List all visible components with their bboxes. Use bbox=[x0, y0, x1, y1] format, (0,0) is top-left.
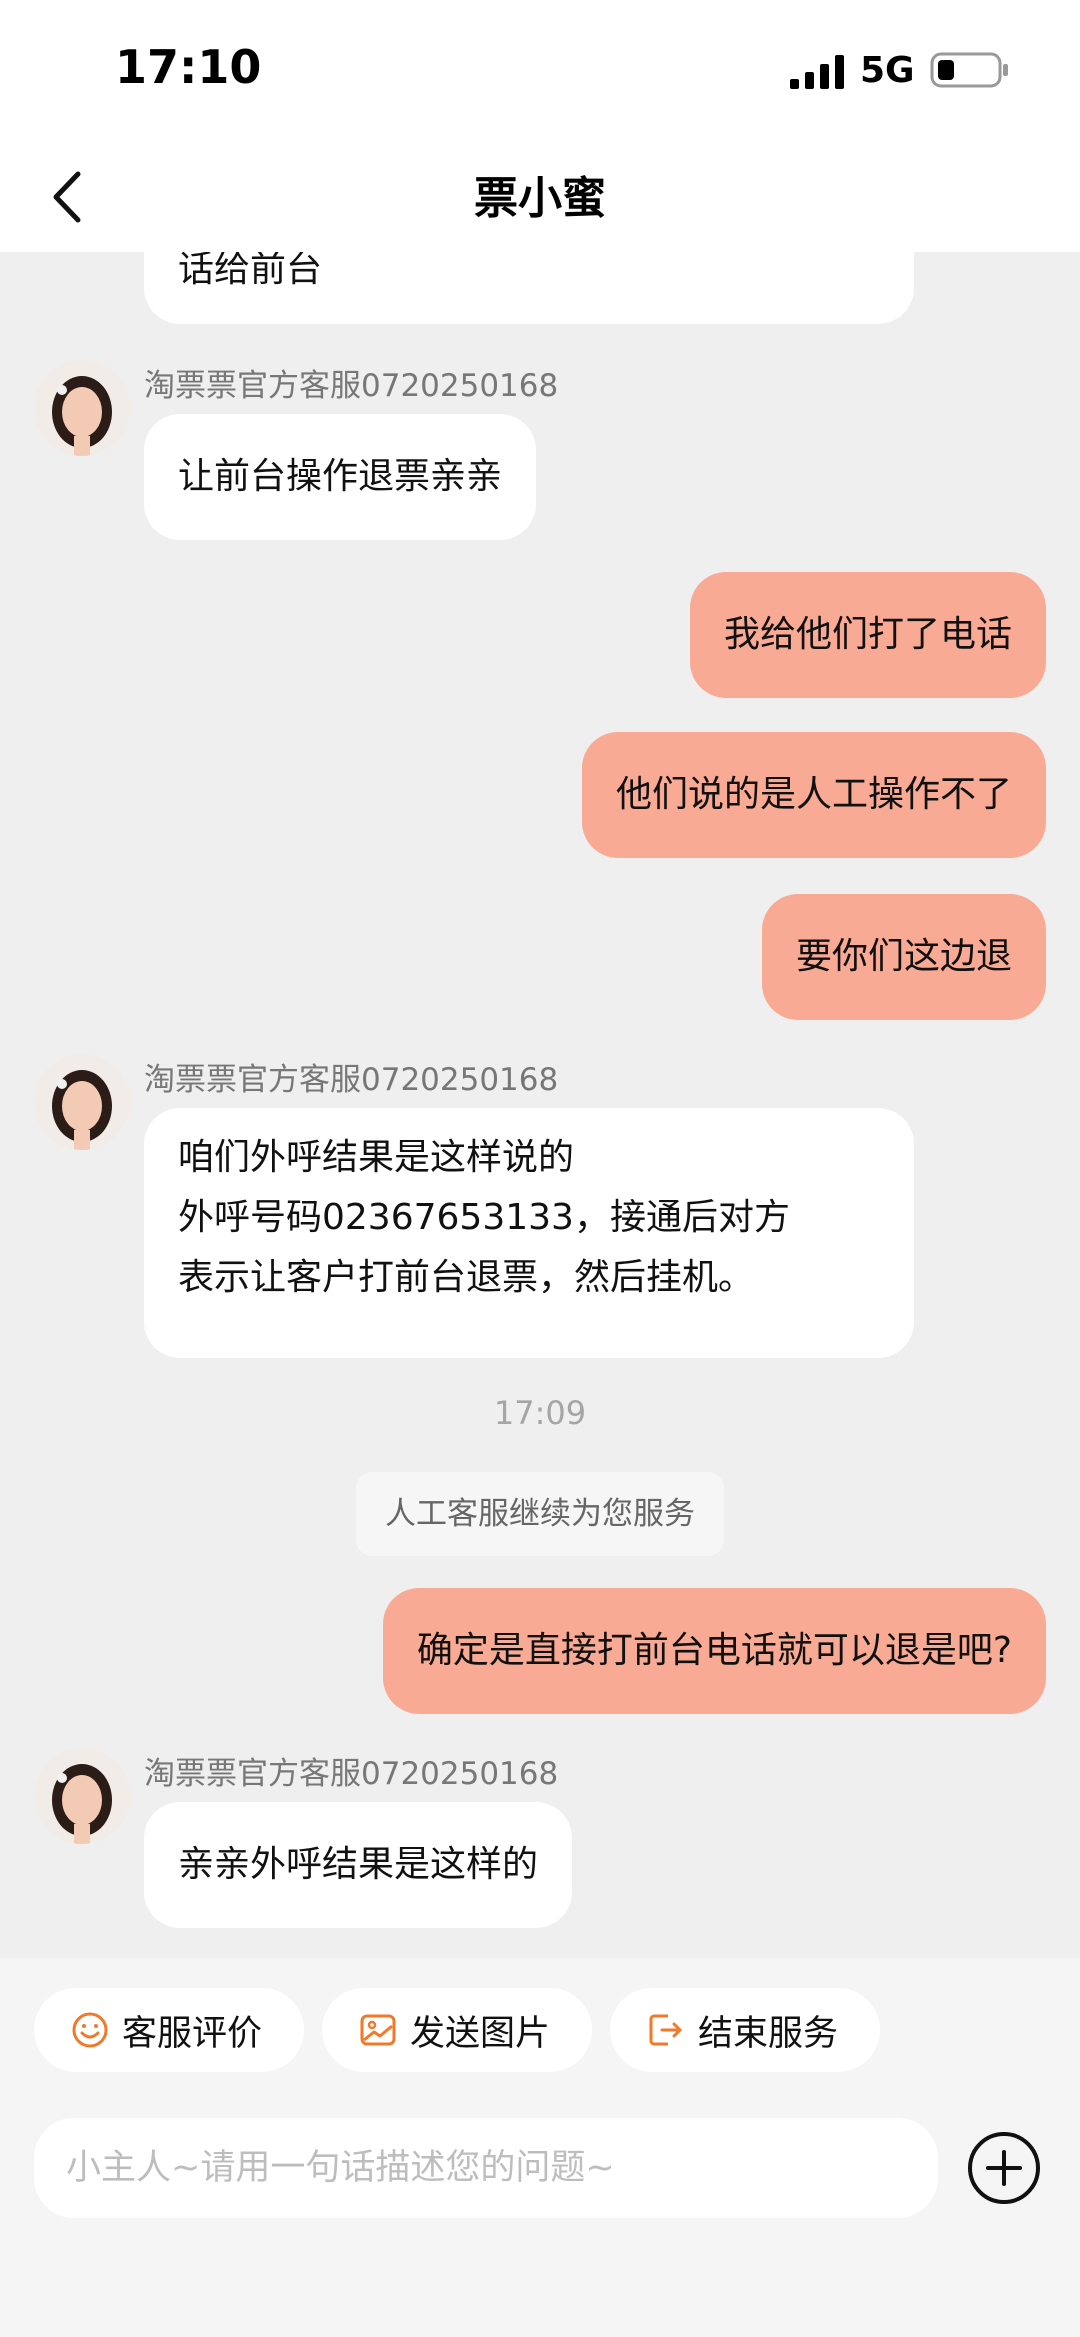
agent-avatar-icon bbox=[34, 1748, 130, 1844]
message-text: 确定是直接打前台电话就可以退是吧? bbox=[416, 1630, 1012, 1671]
message-bubble-outgoing[interactable]: 我给他们打了电话 bbox=[689, 572, 1046, 698]
end-service-label: 结束服务 bbox=[698, 2013, 839, 2054]
message-text: 要你们这边退 bbox=[795, 936, 1012, 977]
agent-avatar-icon bbox=[34, 1054, 130, 1150]
avatar[interactable] bbox=[34, 360, 130, 456]
battery-icon bbox=[930, 52, 1008, 88]
message-bubble-outgoing[interactable]: 要你们这边退 bbox=[761, 894, 1046, 1020]
image-icon bbox=[360, 2014, 396, 2046]
smile-icon bbox=[72, 2012, 108, 2048]
plus-icon[interactable] bbox=[966, 2130, 1042, 2206]
sender-name: 淘票票官方客服0720250168 bbox=[144, 1062, 559, 1098]
message-input[interactable] bbox=[34, 2118, 938, 2218]
message-text: 话给前台 bbox=[178, 252, 323, 290]
message-bubble-outgoing[interactable]: 确定是直接打前台电话就可以退是吧? bbox=[382, 1588, 1046, 1714]
page-title: 票小蜜 bbox=[474, 173, 606, 224]
chat-list[interactable]: 话给前台 淘票票官方客服0720250168 让前台操作退票亲亲 我给他们打了电… bbox=[0, 252, 1080, 1958]
message-bubble-incoming[interactable]: 亲亲外呼结果是这样的 bbox=[144, 1802, 573, 1928]
agent-avatar-icon bbox=[34, 360, 130, 456]
avatar[interactable] bbox=[34, 1748, 130, 1844]
avatar[interactable] bbox=[34, 1054, 130, 1150]
message-bubble-incoming[interactable]: 让前台操作退票亲亲 bbox=[144, 414, 537, 540]
message-line: 表示让客户打前台退票，然后挂机。 bbox=[178, 1257, 755, 1298]
message-text: 我给他们打了电话 bbox=[723, 614, 1012, 655]
message-bubble-incoming[interactable]: 咱们外呼结果是这样说的 外呼号码02367653133，接通后对方 表示让客户打… bbox=[144, 1108, 914, 1358]
status-bar: 17:10 5G bbox=[0, 0, 1080, 140]
bottom-panel: 客服评价 发送图片 结束服务 bbox=[0, 1958, 1080, 2337]
rate-service-label: 客服评价 bbox=[122, 2013, 263, 2054]
send-image-button[interactable]: 发送图片 bbox=[322, 1988, 592, 2072]
nav-bar: 票小蜜 bbox=[0, 140, 1080, 252]
rate-service-button[interactable]: 客服评价 bbox=[34, 1988, 304, 2072]
message-line: 咱们外呼结果是这样说的 bbox=[178, 1137, 575, 1178]
signal-icon bbox=[790, 55, 844, 89]
system-notice: 人工客服继续为您服务 bbox=[356, 1472, 724, 1556]
send-image-label: 发送图片 bbox=[410, 2013, 551, 2054]
message-bubble-outgoing[interactable]: 他们说的是人工操作不了 bbox=[581, 732, 1046, 858]
message-text: 让前台操作退票亲亲 bbox=[178, 456, 503, 497]
message-text: 亲亲外呼结果是这样的 bbox=[178, 1844, 539, 1885]
status-time: 17:10 bbox=[115, 40, 262, 94]
time-separator: 17:09 bbox=[493, 1394, 587, 1432]
sender-name: 淘票票官方客服0720250168 bbox=[144, 368, 559, 404]
network-type: 5G bbox=[860, 50, 915, 91]
message-line: 外呼号码02367653133，接通后对方 bbox=[178, 1197, 790, 1238]
message-bubble-incoming[interactable]: 话给前台 bbox=[144, 252, 914, 324]
end-service-button[interactable]: 结束服务 bbox=[610, 1988, 880, 2072]
message-text: 他们说的是人工操作不了 bbox=[615, 774, 1012, 815]
sender-name: 淘票票官方客服0720250168 bbox=[144, 1756, 559, 1792]
exit-icon bbox=[649, 2014, 682, 2046]
